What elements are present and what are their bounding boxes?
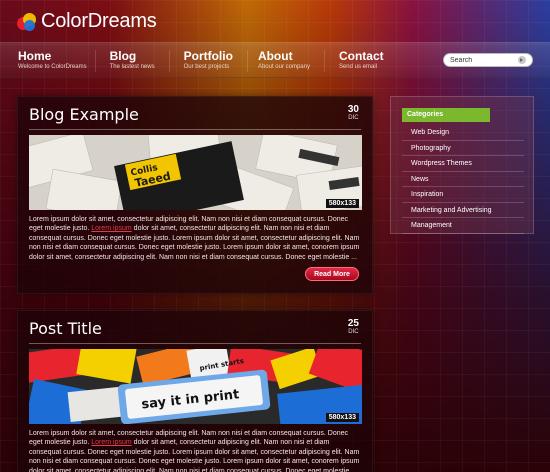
nav-subtitle: Send us email <box>338 64 377 70</box>
post-excerpt: Lorem ipsum dolor sit amet, consectetur … <box>29 429 362 472</box>
print-cards-illustration: say it in print print starts <box>29 349 362 424</box>
post-day: 25 <box>347 318 359 329</box>
site-logo[interactable]: ColorDreams <box>17 10 157 33</box>
post-title[interactable]: Blog Example <box>29 105 139 124</box>
business-cards-illustration: Collis Taeed <box>29 135 362 210</box>
search-input[interactable] <box>450 56 514 64</box>
nav-subtitle: Welcome to ColorDreams <box>18 64 87 70</box>
excerpt-link[interactable]: Lorem ipsum <box>91 225 131 232</box>
category-management[interactable]: Management <box>402 218 524 234</box>
category-wordpress-themes[interactable]: Wordpress Themes <box>402 156 524 172</box>
divider <box>29 343 361 344</box>
image-size-label: 580x133 <box>325 199 359 208</box>
nav-title: Blog <box>109 49 137 63</box>
nav-title: Home <box>18 49 52 63</box>
divider <box>29 129 361 130</box>
image-size-label: 580x133 <box>325 413 359 422</box>
nav-title: Portfolio <box>183 49 233 63</box>
nav-item-about[interactable]: About About our company <box>248 50 325 72</box>
search-go-icon[interactable] <box>518 56 526 64</box>
sidebar-categories: Categories Web Design Photography Wordpr… <box>390 96 534 234</box>
category-news[interactable]: News <box>402 172 524 187</box>
nav-item-home[interactable]: Home Welcome to ColorDreams <box>10 50 96 72</box>
category-inspiration[interactable]: Inspiration <box>402 187 524 203</box>
nav-subtitle: Our best projects <box>183 64 230 70</box>
post-day: 30 <box>347 104 359 115</box>
post-image-print-cards[interactable]: say it in print print starts 580x133 <box>29 349 362 424</box>
post-month: DIC <box>348 329 359 335</box>
logo-circles-icon <box>17 12 37 32</box>
site-name: ColorDreams <box>41 10 157 32</box>
nav-item-portfolio[interactable]: Portfolio Our best projects <box>170 50 248 72</box>
nav-subtitle: The lastest news <box>109 64 155 70</box>
category-marketing[interactable]: Marketing and Advertising <box>402 203 524 218</box>
post-excerpt: Lorem ipsum dolor sit amet, consectetur … <box>29 215 362 262</box>
category-list: Web Design Photography Wordpress Themes … <box>402 125 524 234</box>
post-title[interactable]: Post Title <box>29 319 102 338</box>
post-month: DIC <box>348 115 359 121</box>
blog-post: Blog Example 30 DIC Collis Taeed 580x133… <box>17 96 373 294</box>
search-box <box>443 53 533 67</box>
main-nav: Home Welcome to ColorDreams Blog The las… <box>10 50 392 72</box>
nav-item-blog[interactable]: Blog The lastest news <box>96 50 170 72</box>
post-image-business-cards[interactable]: Collis Taeed 580x133 <box>29 135 362 210</box>
post-date: 30 DIC <box>347 104 359 122</box>
post-date: 25 DIC <box>347 318 359 336</box>
read-more-button[interactable]: Read More <box>305 267 359 281</box>
category-photography[interactable]: Photography <box>402 141 524 156</box>
nav-item-contact[interactable]: Contact Send us email <box>325 50 392 72</box>
nav-subtitle: About our company <box>257 64 310 70</box>
categories-heading: Categories <box>402 108 490 122</box>
nav-title: Contact <box>338 49 384 63</box>
excerpt-link[interactable]: Lorem ipsum <box>91 439 131 446</box>
blog-post: Post Title 25 DIC say it in print print … <box>17 310 373 472</box>
nav-title: About <box>257 49 293 63</box>
category-web-design[interactable]: Web Design <box>402 125 524 141</box>
